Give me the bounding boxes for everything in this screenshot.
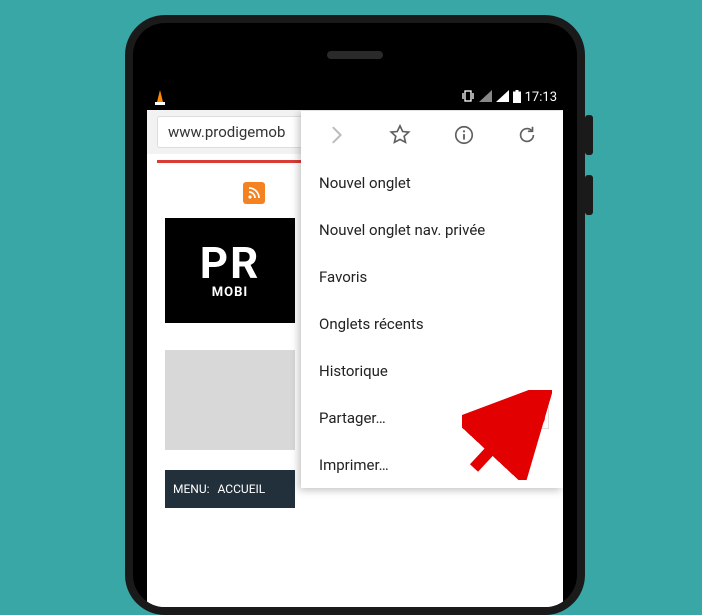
battery-icon (513, 90, 521, 106)
url-text: www.prodigemob (168, 123, 285, 141)
menu-item-new-tab[interactable]: Nouvel onglet (301, 159, 563, 206)
menu-item-share[interactable]: Partager… (301, 394, 563, 441)
image-placeholder (165, 350, 295, 450)
menu-item-bookmarks[interactable]: Favoris (301, 253, 563, 300)
pocket-icon[interactable] (527, 407, 549, 429)
site-logo: PR MOBI (165, 218, 295, 323)
rss-icon[interactable] (243, 182, 265, 204)
menu-item-accueil: ACCUEIL (218, 482, 266, 496)
bookmark-button[interactable] (380, 115, 420, 155)
forward-button[interactable] (317, 115, 357, 155)
status-time: 17:13 (525, 90, 557, 105)
menu-toolbar (301, 111, 563, 159)
volume-down-button[interactable] (585, 175, 593, 215)
menu-item-history[interactable]: Historique (301, 347, 563, 394)
status-bar: 17:13 (147, 85, 563, 110)
logo-text-top: PR (200, 241, 261, 285)
phone-screen: 17:13 www.prodigemob PR MOBI (147, 85, 563, 607)
phone-frame: 17:13 www.prodigemob PR MOBI (125, 15, 585, 615)
vibrate-icon (461, 89, 475, 106)
menu-item-recent-tabs[interactable]: Onglets récents (301, 300, 563, 347)
volume-up-button[interactable] (585, 115, 593, 155)
signal-icon (479, 90, 492, 105)
phone-speaker (327, 51, 383, 59)
logo-text-sub: MOBI (212, 285, 248, 300)
signal-icon-2 (496, 90, 509, 105)
menu-item-print[interactable]: Imprimer… (301, 441, 563, 488)
menu-item-new-incognito[interactable]: Nouvel onglet nav. privée (301, 206, 563, 253)
overflow-menu: Nouvel onglet Nouvel onglet nav. privée … (301, 111, 563, 488)
reload-button[interactable] (507, 115, 547, 155)
info-button[interactable] (444, 115, 484, 155)
menu-label: MENU: (173, 482, 210, 496)
vlc-notification-icon (153, 90, 167, 106)
nav-menu[interactable]: MENU: ACCUEIL (165, 470, 295, 508)
